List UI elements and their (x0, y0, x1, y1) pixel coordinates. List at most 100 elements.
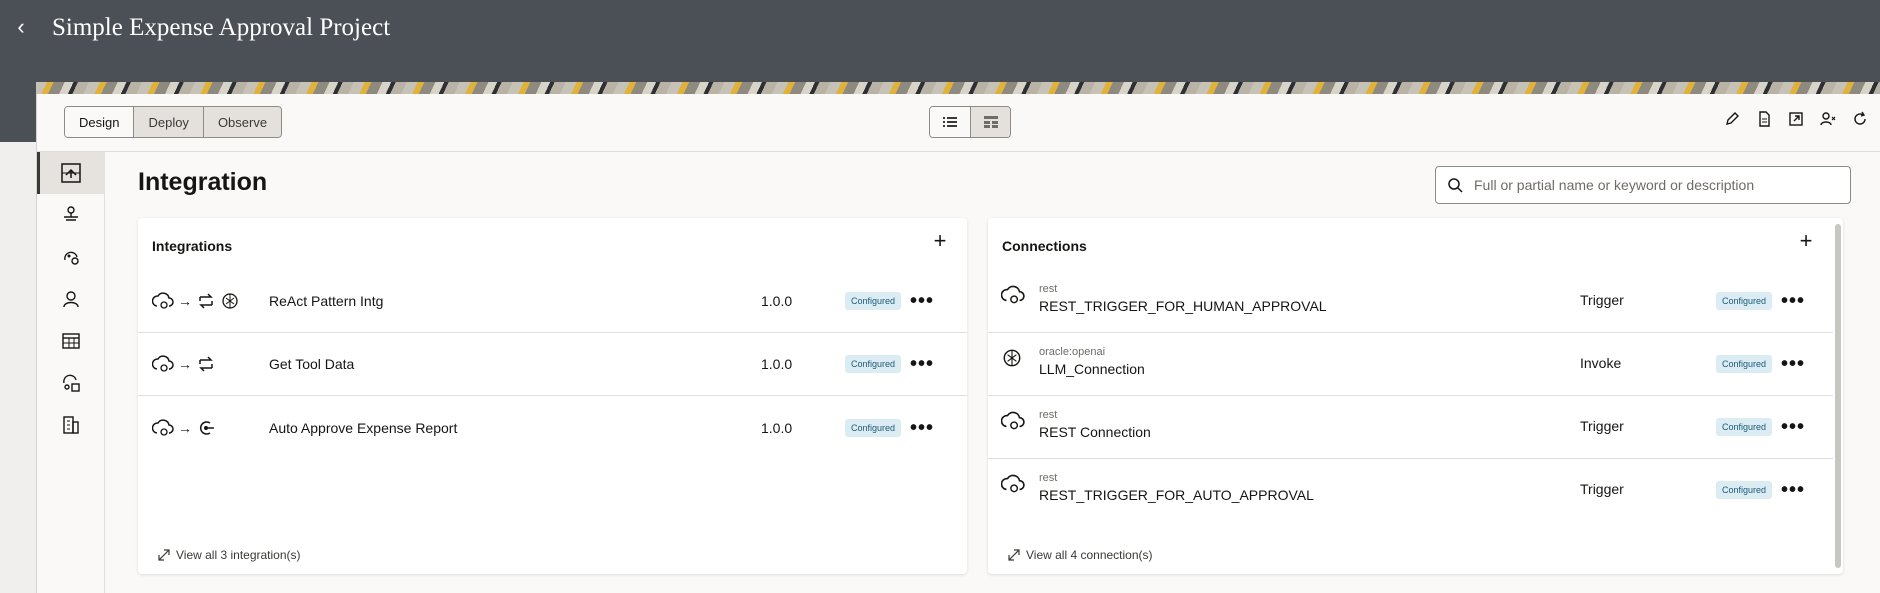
connection-type: rest (1039, 409, 1058, 421)
connection-name[interactable]: REST Connection (1039, 424, 1151, 440)
connection-row[interactable]: rest REST_TRIGGER_FOR_HUMAN_APPROVAL Tri… (988, 270, 1833, 333)
connection-row[interactable]: oracle:openai LLM_Connection Invoke Conf… (988, 333, 1833, 396)
grid-view-button[interactable] (970, 107, 1010, 137)
rest-connection-icon (1001, 411, 1025, 430)
rest-trigger-icon (152, 292, 174, 309)
integration-row[interactable]: → ReAct Pattern Intg 1.0.0 Configured ••… (138, 270, 967, 333)
status-badge: Configured (1716, 355, 1773, 373)
connection-name[interactable]: LLM_Connection (1039, 361, 1145, 377)
view-all-connections-label: View all 4 connection(s) (1026, 548, 1153, 562)
grid-view-icon (983, 116, 998, 128)
more-actions-button[interactable]: ••• (910, 418, 934, 438)
more-actions-button[interactable]: ••• (1781, 417, 1805, 437)
project-card: Design Deploy Observe Integration Full o… (36, 94, 1880, 593)
mode-design-button[interactable]: Design (65, 107, 134, 137)
rail-item-agents[interactable] (37, 236, 105, 278)
more-actions-button[interactable]: ••• (1781, 354, 1805, 374)
integration-name[interactable]: ReAct Pattern Intg (269, 293, 383, 309)
integration-flow-icons: → (152, 418, 216, 438)
rail-item-integrations[interactable] (37, 152, 105, 194)
status-badge: Configured (845, 418, 902, 437)
toolbar: Design Deploy Observe (37, 94, 1880, 152)
rail-item-tables[interactable] (37, 320, 105, 362)
connection-row[interactable]: rest REST_TRIGGER_FOR_AUTO_APPROVAL Trig… (988, 459, 1833, 522)
user-icon (63, 291, 79, 308)
more-actions-button[interactable]: ••• (1781, 291, 1805, 311)
page-title: Simple Expense Approval Project (52, 14, 391, 41)
connection-name[interactable]: REST_TRIGGER_FOR_AUTO_APPROVAL (1039, 487, 1314, 503)
list-view-icon (943, 117, 957, 127)
add-integration-button[interactable]: + (929, 228, 951, 254)
connections-scrollbar[interactable] (1835, 224, 1841, 568)
mode-deploy-button[interactable]: Deploy (133, 107, 203, 137)
integration-version: 1.0.0 (761, 293, 793, 309)
openai-icon (1003, 349, 1021, 367)
document-icon[interactable] (1755, 110, 1773, 128)
integration-row[interactable]: → Auto Approve Expense Report 1.0.0 Conf… (138, 396, 967, 459)
connections-title: Connections (1002, 238, 1087, 254)
view-all-integrations-link[interactable]: View all 3 integration(s) (158, 548, 301, 562)
tool-icon (63, 374, 80, 392)
loop-icon (199, 293, 213, 309)
refresh-icon[interactable] (1851, 110, 1869, 128)
rail-item-organization[interactable] (37, 404, 105, 446)
connection-role: Trigger (1580, 418, 1624, 434)
connection-role: Invoke (1580, 355, 1622, 371)
rail-item-tools[interactable] (37, 362, 105, 404)
arrow-icon: → (178, 293, 192, 309)
status-badge: Configured (845, 355, 902, 373)
agent-icon (64, 251, 79, 265)
loop-icon (199, 356, 213, 372)
openai-icon (222, 293, 238, 309)
view-all-connections-link[interactable]: View all 4 connection(s) (1008, 548, 1153, 562)
rail-item-users[interactable] (37, 278, 105, 320)
more-actions-button[interactable]: ••• (1781, 480, 1805, 500)
connection-name[interactable]: REST_TRIGGER_FOR_HUMAN_APPROVAL (1039, 298, 1327, 314)
search-box (1435, 166, 1851, 204)
status-badge: Configured (1716, 292, 1773, 310)
integrations-panel: Integrations + → ReAct Pattern Intg 1.0.… (138, 218, 967, 574)
list-view-button[interactable] (930, 107, 970, 137)
integration-row[interactable]: → Get Tool Data 1.0.0 Configured ••• (138, 333, 967, 396)
connection-role: Trigger (1580, 292, 1624, 308)
building-icon (63, 416, 79, 434)
integrations-title: Integrations (152, 238, 233, 254)
rest-trigger-icon (152, 355, 174, 372)
rest-trigger-icon (152, 418, 174, 436)
connection-row[interactable]: rest REST Connection Trigger Configured … (988, 396, 1833, 459)
arrow-icon: → (178, 419, 192, 436)
edit-icon[interactable] (1723, 110, 1741, 128)
deploy-icon (64, 206, 78, 221)
connection-role: Trigger (1580, 481, 1624, 497)
arrow-icon: → (178, 356, 192, 372)
status-badge: Configured (1716, 481, 1773, 499)
integration-flow-icons: → (152, 291, 240, 311)
more-actions-button[interactable]: ••• (910, 291, 934, 311)
integration-name[interactable]: Auto Approve Expense Report (269, 420, 457, 436)
integration-name[interactable]: Get Tool Data (269, 356, 354, 372)
status-badge: Configured (845, 292, 902, 310)
invoke-icon (200, 420, 214, 435)
view-switch (929, 106, 1011, 138)
decorative-banner (36, 82, 1880, 94)
search-input[interactable] (1474, 177, 1834, 193)
back-button[interactable]: ‹ (10, 14, 32, 40)
toolbar-actions (1723, 110, 1869, 128)
search-icon (1436, 177, 1474, 193)
section-title: Integration (138, 168, 268, 196)
left-navigation-rail (37, 152, 105, 593)
rail-item-deployments[interactable] (37, 194, 105, 236)
view-all-integrations-label: View all 3 integration(s) (176, 548, 301, 562)
connection-type: rest (1039, 283, 1058, 295)
add-connection-button[interactable]: + (1795, 228, 1817, 254)
mode-observe-button[interactable]: Observe (202, 107, 282, 137)
connection-type: rest (1039, 472, 1058, 484)
mode-switch: Design Deploy Observe (64, 106, 283, 138)
expand-icon (158, 549, 170, 561)
share-icon[interactable] (1819, 110, 1837, 128)
connections-panel: Connections + rest REST_TRIGGER_FOR_HUMA… (988, 218, 1843, 574)
integration-icon (61, 163, 81, 183)
export-icon[interactable] (1787, 110, 1805, 128)
integration-version: 1.0.0 (761, 356, 793, 372)
more-actions-button[interactable]: ••• (910, 354, 934, 374)
